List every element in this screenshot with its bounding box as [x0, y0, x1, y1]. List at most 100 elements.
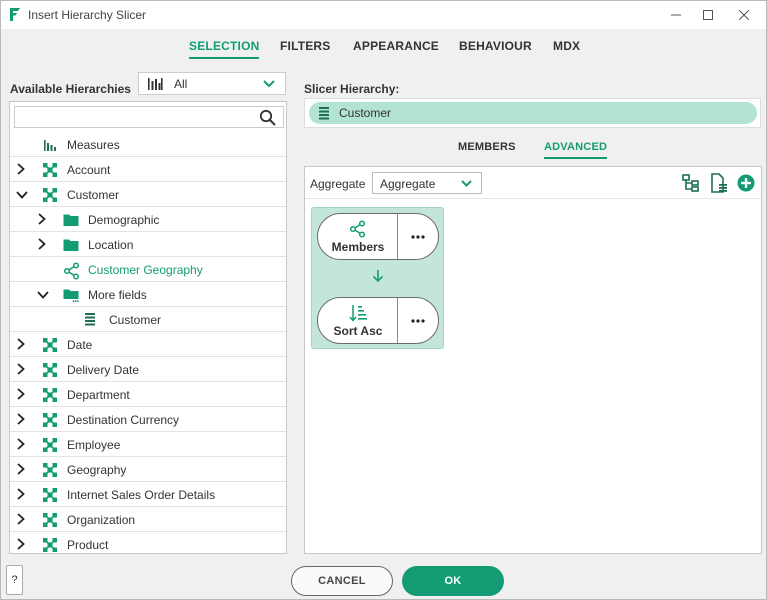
members-node[interactable]: Members: [317, 213, 439, 260]
tree-item-department[interactable]: Department: [10, 382, 286, 407]
tab-mdx[interactable]: MDX: [553, 39, 580, 53]
dimension-select[interactable]: All: [138, 72, 286, 95]
tab-advanced[interactable]: ADVANCED: [544, 141, 608, 159]
tree-item-label: Date: [67, 338, 93, 352]
dimension-icon: [42, 162, 58, 178]
sort-asc-more-button[interactable]: [398, 298, 438, 343]
chevron-right-icon[interactable]: [16, 488, 26, 500]
tab-filters[interactable]: FILTERS: [280, 39, 331, 53]
level-icon: [319, 107, 329, 120]
tree-item-label: Internet Sales Order Details: [67, 488, 216, 502]
sort-asc-node-label: Sort Asc: [333, 324, 383, 338]
main-tabs: SELECTION FILTERS APPEARANCE BEHAVIOUR M…: [1, 29, 766, 63]
add-circle-icon[interactable]: [736, 173, 756, 193]
search-box: [14, 106, 284, 128]
sort-asc-icon: [349, 305, 367, 322]
maximize-icon[interactable]: [691, 1, 725, 29]
tree-item-demographic[interactable]: Demographic: [10, 207, 286, 232]
window-title: Insert Hierarchy Slicer: [28, 8, 147, 22]
tree-item-organization[interactable]: Organization: [10, 507, 286, 532]
tree-item-date[interactable]: Date: [10, 332, 286, 357]
dimension-icon: [42, 462, 58, 478]
tree-item-label: Department: [67, 388, 130, 402]
tree-item-label: Account: [67, 163, 111, 177]
level-icon: [84, 312, 100, 328]
slicer-hierarchy-item[interactable]: Customer: [309, 102, 757, 124]
aggregate-select-value: Aggregate: [380, 177, 436, 191]
hierarchy-tree: Measures Account Customer Demographic Locati…: [10, 132, 286, 553]
help-button[interactable]: ?: [6, 565, 23, 595]
more-options-icon: [411, 318, 425, 323]
tree-item-label: More fields: [88, 288, 147, 302]
tab-selection[interactable]: SELECTION: [189, 39, 260, 59]
tree-item-customer-geography[interactable]: Customer Geography: [10, 257, 286, 282]
tree-item-label: Employee: [67, 438, 121, 452]
tree-item-geography[interactable]: Geography: [10, 457, 286, 482]
dimension-icon: [42, 512, 58, 528]
chevron-down-icon: [263, 80, 275, 88]
hierarchy-icon: [63, 262, 80, 280]
chevron-right-icon[interactable]: [37, 238, 47, 250]
tree-item-customer[interactable]: Customer: [10, 182, 286, 207]
measures-icon: [42, 137, 58, 153]
chevron-right-icon[interactable]: [16, 338, 26, 350]
tree-item-employee[interactable]: Employee: [10, 432, 286, 457]
chevron-right-icon[interactable]: [16, 363, 26, 375]
chevron-right-icon[interactable]: [16, 538, 26, 550]
sort-asc-node[interactable]: Sort Asc: [317, 297, 439, 344]
chevron-right-icon[interactable]: [37, 213, 47, 225]
tree-item-label: Customer: [67, 188, 120, 202]
sort-asc-node-main[interactable]: Sort Asc: [318, 298, 398, 343]
folder-more-icon: [63, 287, 79, 303]
close-icon[interactable]: [727, 1, 761, 29]
tab-members[interactable]: MEMBERS: [458, 141, 516, 153]
tree-structure-icon[interactable]: [681, 173, 701, 193]
tab-appearance[interactable]: APPEARANCE: [353, 39, 439, 53]
document-list-icon[interactable]: [709, 173, 729, 193]
search-input[interactable]: [17, 109, 247, 125]
chevron-right-icon[interactable]: [16, 413, 26, 425]
tree-item-destination-currency[interactable]: Destination Currency: [10, 407, 286, 432]
share-icon: [349, 220, 366, 238]
aggregate-select[interactable]: Aggregate: [372, 172, 482, 194]
dialog-window: Insert Hierarchy Slicer SELECTION FILTER…: [0, 0, 767, 600]
cancel-button[interactable]: CANCEL: [291, 566, 393, 596]
tree-item-measures[interactable]: Measures: [10, 132, 286, 157]
chevron-right-icon[interactable]: [16, 513, 26, 525]
tree-item-label: Product: [67, 538, 109, 552]
tree-item-product[interactable]: Product: [10, 532, 286, 553]
tree-item-label: Customer: [109, 313, 162, 327]
tree-item-delivery-date[interactable]: Delivery Date: [10, 357, 286, 382]
chevron-down-icon: [461, 180, 472, 187]
slicer-subtabs: MEMBERS ADVANCED: [304, 137, 761, 161]
available-hierarchies-label: Available Hierarchies: [10, 82, 131, 96]
members-node-label: Members: [331, 240, 385, 254]
tree-item-account[interactable]: Account: [10, 157, 286, 182]
chevron-down-icon[interactable]: [37, 289, 49, 301]
chevron-right-icon[interactable]: [16, 388, 26, 400]
slicer-hierarchy-box: Customer: [304, 98, 761, 128]
tree-item-more-fields[interactable]: More fields: [10, 282, 286, 307]
dimension-icon: [42, 537, 58, 553]
slicer-hierarchy-item-label: Customer: [339, 106, 392, 120]
tab-behaviour[interactable]: BEHAVIOUR: [459, 39, 532, 53]
tree-item-location[interactable]: Location: [10, 232, 286, 257]
minimize-icon[interactable]: [659, 1, 693, 29]
tree-item-customer[interactable]: Customer: [10, 307, 286, 332]
chevron-right-icon[interactable]: [16, 163, 26, 175]
members-node-main[interactable]: Members: [318, 214, 398, 259]
advanced-toolbar: Aggregate Aggregate: [305, 167, 761, 199]
tree-item-label: Organization: [67, 513, 136, 527]
members-more-button[interactable]: [398, 214, 438, 259]
tree-item-label: Measures: [67, 138, 120, 152]
search-icon[interactable]: [259, 109, 277, 127]
chevron-right-icon[interactable]: [16, 438, 26, 450]
dimension-icon: [42, 487, 58, 503]
tree-item-label: Geography: [67, 463, 127, 477]
ok-button[interactable]: OK: [402, 566, 504, 596]
chevron-down-icon[interactable]: [16, 189, 28, 201]
chevron-right-icon[interactable]: [16, 463, 26, 475]
tree-item-internet-sales-order-details[interactable]: Internet Sales Order Details: [10, 482, 286, 507]
operations-flow: Members Sort Asc: [311, 207, 444, 349]
dimension-icon: [42, 362, 58, 378]
